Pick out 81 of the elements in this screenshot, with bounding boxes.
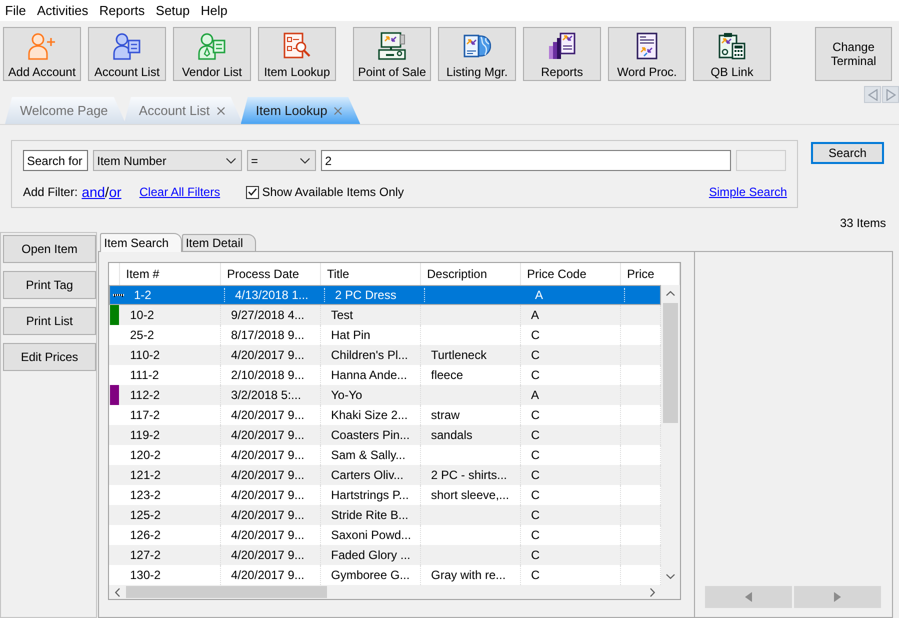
horizontal-scrollbar[interactable] [109, 585, 661, 599]
table-row[interactable]: 121-2 4/20/2017 9... Carters Oliv... 2 PC - shirts... C [109, 465, 661, 485]
disabled-field [736, 150, 786, 171]
operator-dropdown[interactable]: = [247, 150, 316, 171]
or-link[interactable]: or [108, 184, 122, 200]
document-tab[interactable]: Account List [124, 97, 243, 124]
toolbar-button[interactable]: Item Lookup [258, 27, 336, 81]
focus-indicator [114, 294, 123, 296]
menu-item[interactable]: Activities [36, 3, 88, 18]
list-magnifier-icon [283, 32, 311, 60]
chevron-left-icon[interactable] [115, 588, 120, 596]
table-cell: 1-2 [124, 288, 225, 302]
table-row[interactable]: 119-2 4/20/2017 9... Coasters Pin... sandals C [109, 425, 661, 445]
tab[interactable]: Item Detail [182, 234, 256, 251]
triangle-left-icon [868, 88, 878, 100]
action-button[interactable]: Edit Prices [3, 343, 96, 371]
action-button[interactable]: Print List [3, 307, 96, 335]
person-card-icon [113, 32, 141, 60]
change-terminal-button[interactable]: Change Terminal [815, 27, 892, 81]
simple-search-link[interactable]: Simple Search [708, 185, 787, 199]
and-link[interactable]: and [82, 184, 106, 200]
chevron-right-icon[interactable] [650, 588, 655, 596]
cash-register-icon [378, 32, 406, 60]
triangle-right-icon [886, 88, 896, 100]
table-row[interactable]: 110-2 4/20/2017 9... Children's Pl... Turtleneck C [109, 345, 661, 365]
table-cell: 4/13/2018 1... [225, 288, 325, 302]
item-count: 33 Items [840, 216, 886, 230]
table-row[interactable]: 127-2 4/20/2017 9... Faded Glory ... C [109, 545, 661, 565]
table-cell: 2 PC Dress [325, 288, 425, 302]
checkmark-icon [248, 188, 258, 196]
scrollbar-thumb[interactable] [126, 586, 327, 598]
menu-item[interactable]: Reports [99, 3, 145, 18]
triangle-left-icon [745, 592, 752, 602]
close-icon[interactable] [216, 106, 225, 114]
chevron-down-icon [226, 158, 236, 164]
search-input[interactable]: 2 [321, 150, 731, 171]
document-tab[interactable]: Welcome Page [5, 97, 126, 124]
menu-item[interactable]: Help [200, 3, 228, 18]
table-row[interactable]: 1-2 4/13/2018 1... 2 PC Dress A [109, 285, 661, 305]
chevron-down-icon [300, 158, 310, 164]
toolbar-button[interactable]: Word Proc. [608, 27, 686, 81]
separator-text: / [105, 184, 109, 200]
tab-scroll-right-button[interactable] [882, 86, 899, 103]
checkbox[interactable] [246, 186, 260, 198]
action-button[interactable]: Print Tag [3, 271, 96, 299]
next-button[interactable] [794, 586, 881, 608]
toolbar-button[interactable]: QB Link [693, 27, 771, 81]
bar-chart-document-icon [548, 32, 576, 60]
table-cell: A [525, 288, 625, 302]
scrollbar-thumb[interactable] [663, 303, 678, 423]
clear-filters-link[interactable]: Clear All Filters [139, 185, 220, 199]
person-add-icon [28, 32, 56, 60]
chevron-up-icon[interactable] [666, 291, 675, 296]
toolbar-button[interactable]: Reports [523, 27, 601, 81]
chevron-down-icon[interactable] [666, 574, 675, 579]
menu-item[interactable]: Setup [156, 3, 190, 18]
toolbar-button[interactable]: Point of Sale [353, 27, 431, 81]
field-dropdown[interactable]: Item Number [93, 150, 242, 171]
toolbar-button[interactable]: Vendor List [173, 27, 251, 81]
search-button[interactable]: Search [811, 142, 884, 164]
toolbar-button[interactable]: Add Account [3, 27, 81, 81]
menu-item[interactable]: File [5, 3, 26, 18]
document-tab[interactable]: Item Lookup [240, 97, 360, 124]
person-card-icon [198, 32, 226, 60]
table-row[interactable]: 112-2 3/2/2018 5:... Yo-Yo A [109, 385, 661, 405]
table-row[interactable]: 125-2 4/20/2017 9... Stride Rite B... C [109, 505, 661, 525]
toolbar-button[interactable]: Listing Mgr. [438, 27, 516, 81]
tab-scroll-left-button[interactable] [864, 86, 881, 103]
search-for-label: Search for [23, 150, 88, 171]
vertical-scrollbar[interactable] [661, 285, 680, 585]
toolbar-button[interactable]: Account List [88, 27, 166, 81]
document-globe-icon [463, 32, 491, 60]
table-row[interactable]: 10-2 9/27/2018 4... Test A [109, 305, 661, 325]
previous-button[interactable] [705, 586, 792, 608]
checkbox-label: Show Available Items Only [262, 185, 404, 199]
add-filter-label: Add Filter: [23, 185, 78, 199]
clipboard-calculator-icon [718, 32, 746, 60]
close-icon[interactable] [334, 106, 342, 114]
tab[interactable]: Item Search [100, 233, 182, 252]
triangle-right-icon [834, 592, 841, 602]
action-button[interactable]: Open Item [3, 235, 96, 263]
